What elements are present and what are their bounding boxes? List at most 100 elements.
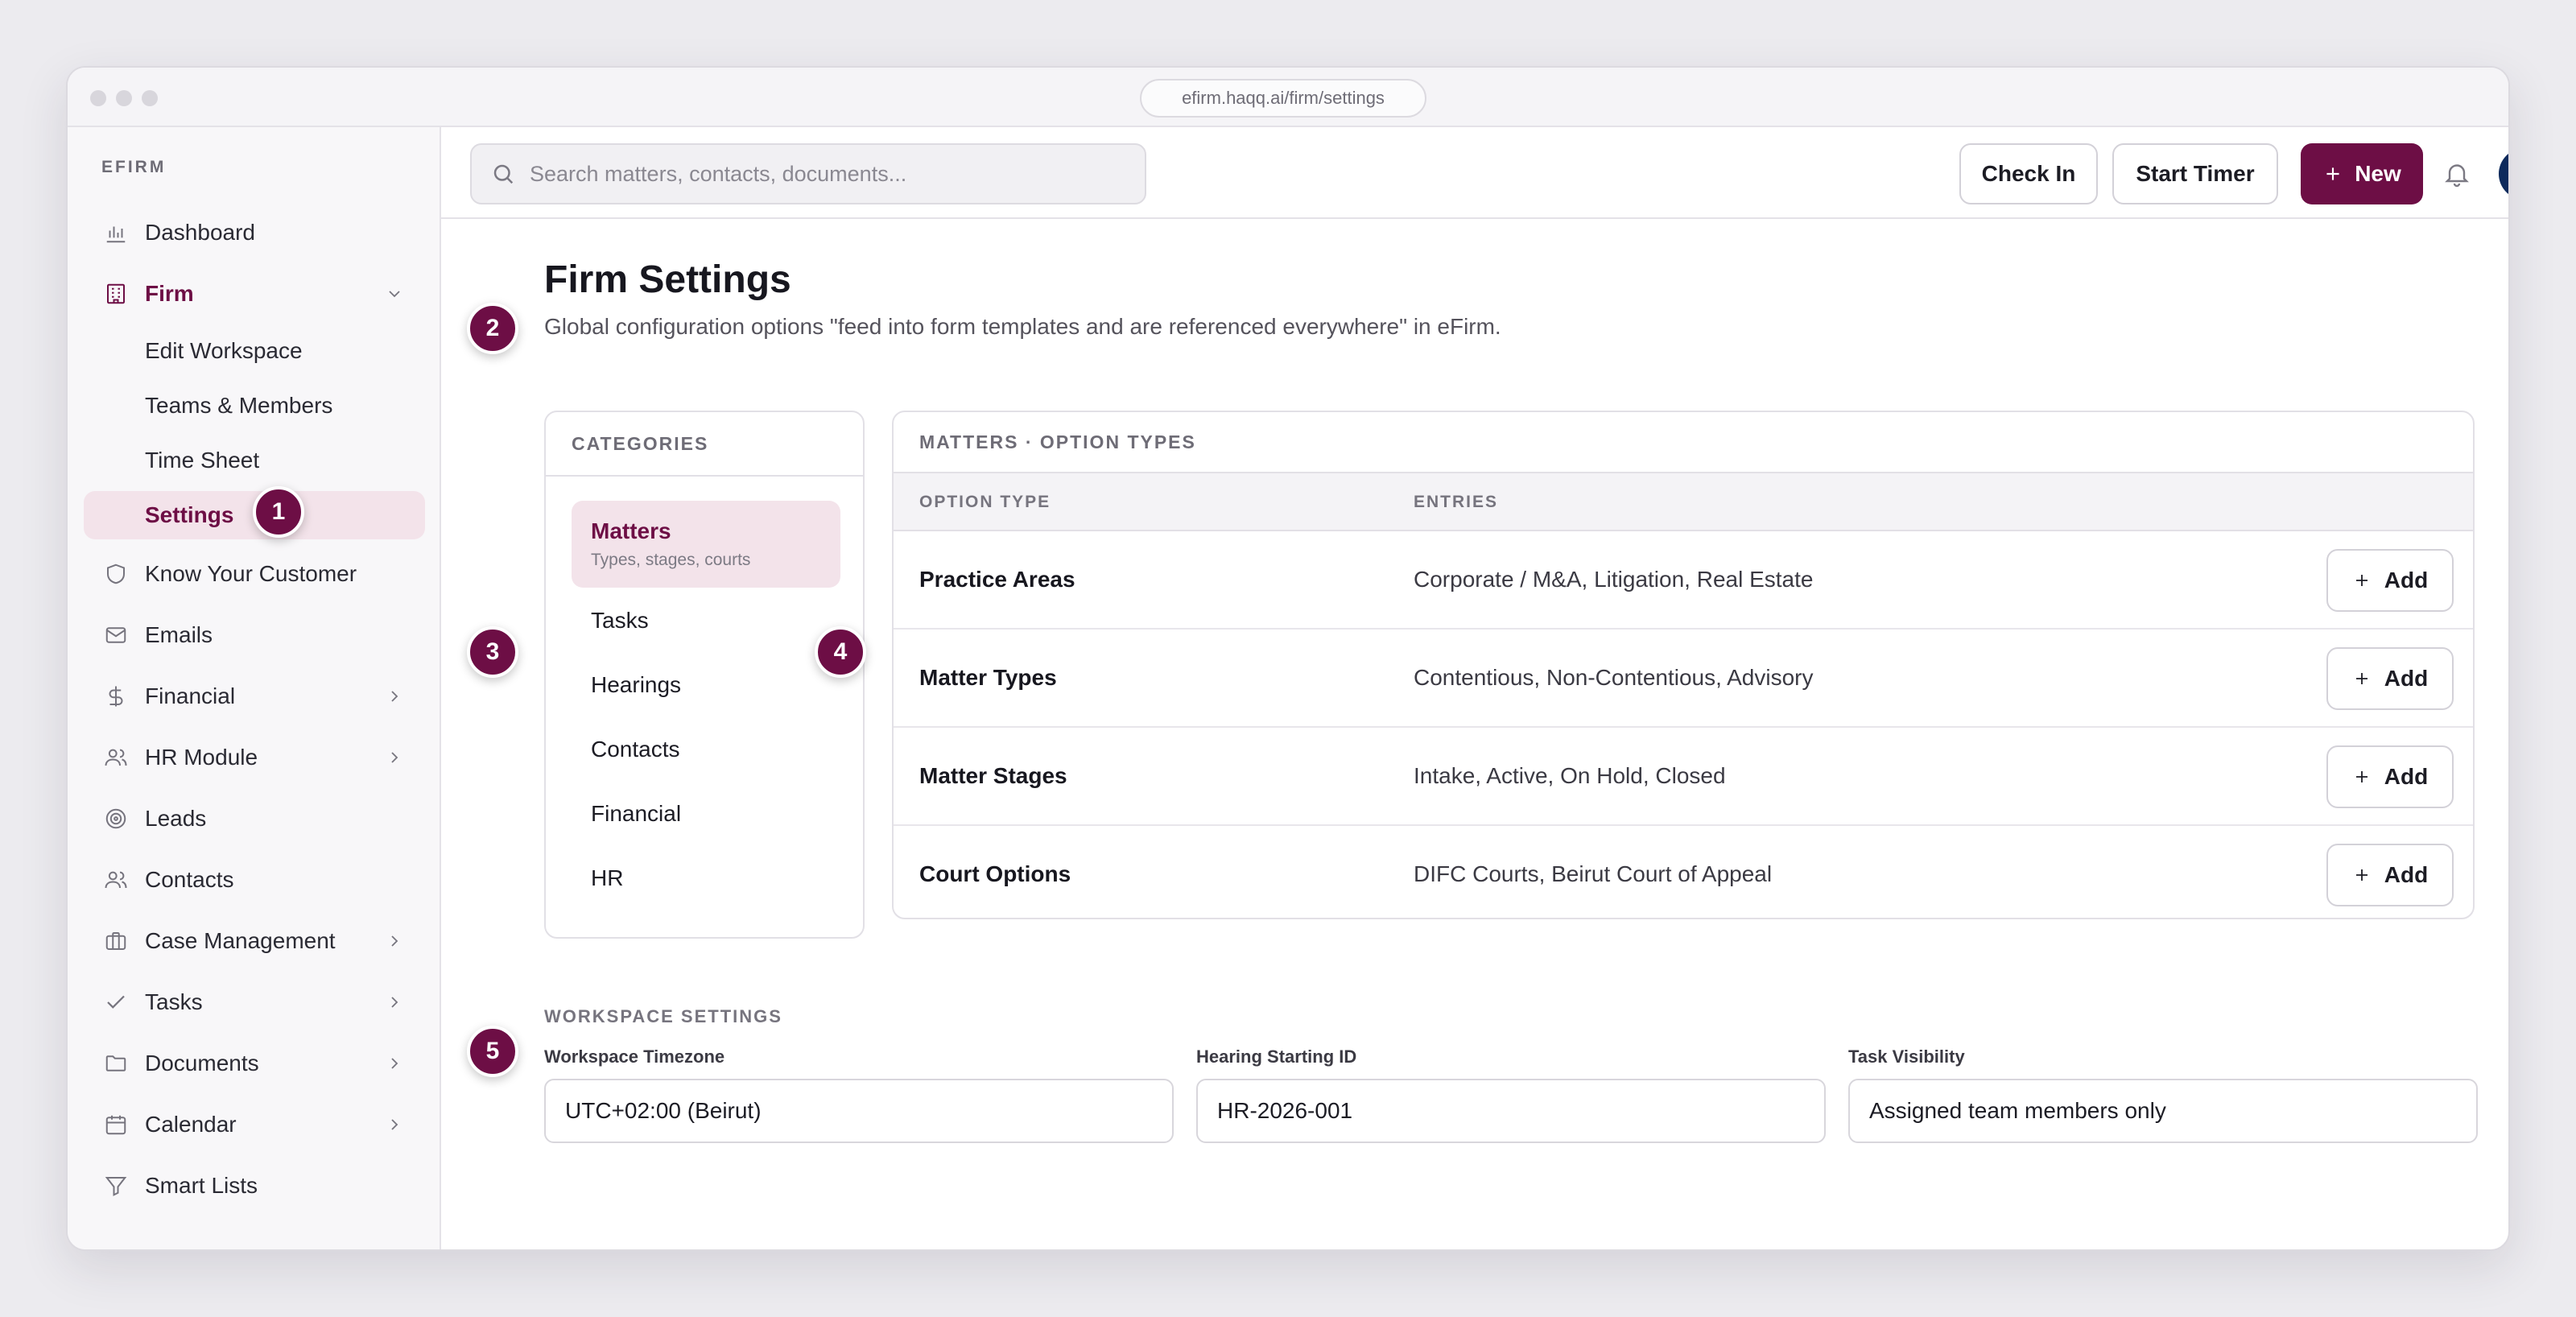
new-button-label: New xyxy=(2355,161,2401,186)
mail-icon xyxy=(103,622,129,648)
sidebar-item-leads[interactable]: Leads xyxy=(84,794,425,844)
sidebar-item-tasks[interactable]: Tasks xyxy=(84,977,425,1027)
add-button[interactable]: Add xyxy=(2326,647,2454,710)
browser-window: efirm.haqq.ai/firm/settings EFIRM Dashbo… xyxy=(66,66,2510,1251)
annotation-marker-3: 3 xyxy=(467,626,518,678)
filter-icon xyxy=(103,1173,129,1199)
chevron-down-icon[interactable] xyxy=(385,284,404,303)
chevron-right-icon[interactable] xyxy=(385,1054,404,1073)
table-header: OPTION TYPE ENTRIES xyxy=(894,473,2473,531)
sidebar-item-label: Know Your Customer xyxy=(145,561,357,586)
timezone-field[interactable]: UTC+02:00 (Beirut) xyxy=(544,1079,1174,1143)
sidebar-item-smart-lists[interactable]: Smart Lists xyxy=(84,1161,425,1211)
table-row: Matter Stages Intake, Active, On Hold, C… xyxy=(894,728,2473,826)
sidebar-item-label: Contacts xyxy=(145,867,234,892)
add-button-label: Add xyxy=(2384,568,2429,592)
category-item-contacts[interactable]: Contacts xyxy=(572,725,840,774)
chevron-right-icon[interactable] xyxy=(385,748,404,767)
sidebar-item-label: Tasks xyxy=(145,989,203,1014)
plus-icon xyxy=(2355,575,2368,586)
add-button-label: Add xyxy=(2384,666,2429,691)
new-button[interactable]: New xyxy=(2301,143,2423,204)
sidebar-sub-teams-members[interactable]: Teams & Members xyxy=(84,382,425,430)
sidebar-item-contacts[interactable]: Contacts xyxy=(84,855,425,905)
start-timer-button[interactable]: Start Timer xyxy=(2112,143,2278,204)
workspace-settings-heading: WORKSPACE SETTINGS xyxy=(544,1006,782,1026)
search-input[interactable] xyxy=(530,161,1141,187)
calendar-icon xyxy=(103,1112,129,1137)
option-type: Matter Types xyxy=(919,665,1057,690)
table-row: Court Options DIFC Courts, Beirut Court … xyxy=(894,826,2473,918)
add-button-label: Add xyxy=(2384,764,2429,789)
sidebar-item-hr-module[interactable]: HR Module xyxy=(84,733,425,782)
folder-icon xyxy=(103,1051,129,1076)
window-controls xyxy=(90,90,158,106)
sidebar-item-case-management[interactable]: Case Management xyxy=(84,916,425,966)
close-dot-icon[interactable] xyxy=(90,90,106,106)
option-types-panel: MATTERS · OPTION TYPES OPTION TYPE ENTRI… xyxy=(892,411,2475,919)
sidebar-item-financial[interactable]: Financial xyxy=(84,671,425,721)
brand-label: EFIRM xyxy=(101,158,167,176)
annotation-marker-2: 2 xyxy=(467,303,518,354)
task-visibility-label: Task Visibility xyxy=(1848,1047,1965,1067)
add-button[interactable]: Add xyxy=(2326,745,2454,808)
sidebar-item-label: Documents xyxy=(145,1051,259,1075)
option-entries: Corporate / M&A, Litigation, Real Estate xyxy=(1414,567,1814,592)
sidebar: EFIRM Dashboard Firm Edit Workspace Team… xyxy=(68,127,441,1249)
avatar[interactable]: SM xyxy=(2499,148,2508,200)
category-item-matters[interactable]: Matters Types, stages, courts xyxy=(572,501,840,588)
option-entries: DIFC Courts, Beirut Court of Appeal xyxy=(1414,861,1773,886)
bell-icon[interactable] xyxy=(2442,159,2471,188)
plus-icon xyxy=(2326,167,2339,180)
categories-panel: CATEGORIES Matters Types, stages, courts… xyxy=(544,411,865,939)
page-description: Global configuration options "feed into … xyxy=(544,314,1501,339)
sidebar-item-label: Financial xyxy=(145,683,236,708)
contacts-icon xyxy=(103,867,129,893)
chevron-right-icon[interactable] xyxy=(385,1115,404,1134)
search-box[interactable] xyxy=(470,143,1146,204)
shield-icon xyxy=(103,561,129,587)
chevron-right-icon[interactable] xyxy=(385,993,404,1012)
table-row: Practice Areas Corporate / M&A, Litigati… xyxy=(894,531,2473,630)
page-title: Firm Settings xyxy=(544,258,791,301)
table-row: Matter Types Contentious, Non-Contentiou… xyxy=(894,630,2473,728)
sidebar-sub-time-sheet[interactable]: Time Sheet xyxy=(84,436,425,485)
add-button-label: Add xyxy=(2384,862,2429,887)
category-item-hr[interactable]: HR xyxy=(572,853,840,903)
sidebar-item-emails[interactable]: Emails xyxy=(84,610,425,660)
sidebar-item-label: Firm xyxy=(145,281,194,306)
chevron-right-icon[interactable] xyxy=(385,687,404,706)
category-item-hearings[interactable]: Hearings xyxy=(572,660,840,710)
sidebar-item-documents[interactable]: Documents xyxy=(84,1038,425,1088)
category-item-financial[interactable]: Financial xyxy=(572,789,840,839)
option-types-heading: MATTERS · OPTION TYPES xyxy=(894,412,2473,473)
add-button[interactable]: Add xyxy=(2326,549,2454,612)
minimize-dot-icon[interactable] xyxy=(116,90,132,106)
option-type: Court Options xyxy=(919,861,1071,886)
category-name: Matters xyxy=(591,518,671,543)
plus-icon xyxy=(2355,869,2368,881)
column-header-entries: ENTRIES xyxy=(1414,493,1499,511)
maximize-dot-icon[interactable] xyxy=(142,90,158,106)
sidebar-item-label: Case Management xyxy=(145,928,336,953)
task-visibility-field[interactable]: Assigned team members only xyxy=(1848,1079,2478,1143)
url-bar[interactable]: efirm.haqq.ai/firm/settings xyxy=(1140,79,1426,118)
sidebar-item-label: Leads xyxy=(145,806,207,831)
option-entries: Intake, Active, On Hold, Closed xyxy=(1414,763,1726,788)
sidebar-item-label: Emails xyxy=(145,622,213,647)
add-button[interactable]: Add xyxy=(2326,844,2454,906)
chevron-right-icon[interactable] xyxy=(385,931,404,951)
topbar: Check In Start Timer New SM xyxy=(441,127,2508,219)
column-header-option-type: OPTION TYPE xyxy=(919,493,1051,511)
sidebar-item-calendar[interactable]: Calendar xyxy=(84,1100,425,1150)
sidebar-item-dashboard[interactable]: Dashboard xyxy=(84,208,425,258)
category-item-tasks[interactable]: Tasks xyxy=(572,596,840,646)
timezone-label: Workspace Timezone xyxy=(544,1047,725,1067)
sidebar-item-kyc[interactable]: Know Your Customer xyxy=(84,549,425,599)
check-in-button[interactable]: Check In xyxy=(1959,143,2098,204)
hearing-id-field[interactable]: HR-2026-001 xyxy=(1196,1079,1826,1143)
annotation-marker-1: 1 xyxy=(253,486,304,538)
sidebar-item-firm[interactable]: Firm xyxy=(84,269,425,319)
option-type: Practice Areas xyxy=(919,567,1075,592)
sidebar-sub-edit-workspace[interactable]: Edit Workspace xyxy=(84,327,425,375)
